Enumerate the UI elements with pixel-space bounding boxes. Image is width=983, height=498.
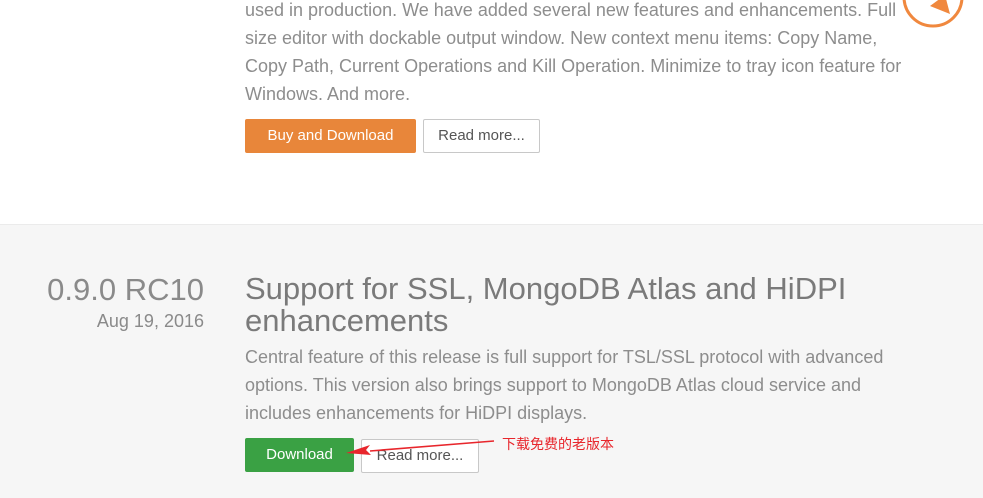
robomongo-logo-icon (902, 0, 964, 28)
buy-and-download-button[interactable]: Buy and Download (245, 119, 416, 153)
release-version: 0.9.0 RC10 (47, 272, 204, 307)
annotation-label: 下载免费的老版本 (502, 437, 614, 453)
release-title: Support for SSL, MongoDB Atlas and HiDPI… (245, 271, 847, 338)
download-button[interactable]: Download (245, 438, 354, 472)
release-description: used in production. We have added severa… (245, 0, 902, 104)
release-date: Aug 19, 2016 (96, 311, 204, 331)
release-description: Central feature of this release is full … (245, 347, 884, 423)
read-more-button[interactable]: Read more... (423, 119, 540, 153)
arrow-left-icon (346, 440, 495, 455)
